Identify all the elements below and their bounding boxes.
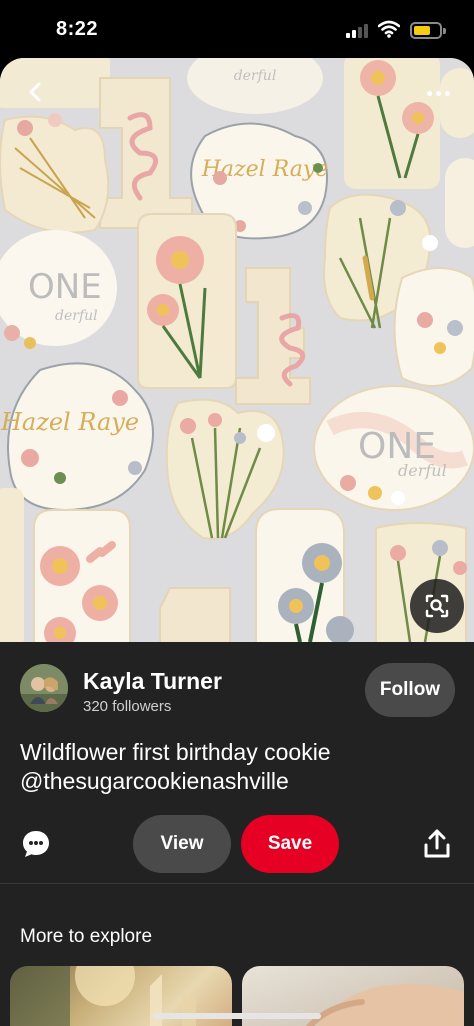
- creator-name[interactable]: Kayla Turner: [83, 668, 222, 695]
- cellular-signal-icon: [346, 24, 370, 38]
- avatar[interactable]: [20, 664, 68, 712]
- share-icon[interactable]: [422, 828, 452, 860]
- cookie-text-derful-2: derful: [398, 461, 447, 480]
- save-button[interactable]: Save: [241, 815, 339, 873]
- wifi-icon: [378, 20, 400, 38]
- home-indicator[interactable]: [153, 1013, 321, 1019]
- battery-icon: [410, 22, 446, 39]
- svg-text:derful: derful: [234, 68, 277, 84]
- status-bar: 8:22: [0, 0, 474, 58]
- more-to-explore-section: More to explore: [0, 884, 474, 1026]
- comment-icon[interactable]: [20, 828, 52, 860]
- view-button[interactable]: View: [133, 815, 231, 873]
- creator-followers: 320 followers: [83, 698, 172, 715]
- pin-details-panel: Kayla Turner 320 followers Follow Wildfl…: [0, 642, 474, 1026]
- follow-button[interactable]: Follow: [365, 663, 455, 717]
- chevron-left-icon: [29, 82, 41, 102]
- pin-title: Wildflower first birthday cookie @thesug…: [20, 739, 331, 794]
- visual-search-icon: [425, 594, 449, 618]
- cookie-text-one: ONE: [28, 267, 102, 307]
- cookie-photo: derful Hazel Raye ONE derful Hazel Raye …: [0, 58, 474, 642]
- visual-search-button[interactable]: [410, 579, 464, 633]
- more-horizontal-icon: [426, 90, 432, 96]
- status-time: 8:22: [56, 18, 99, 40]
- pin-image[interactable]: derful Hazel Raye ONE derful Hazel Raye …: [0, 58, 474, 642]
- back-button[interactable]: [18, 74, 54, 110]
- more-options-button[interactable]: [420, 80, 456, 106]
- cookie-text-derful: derful: [55, 308, 98, 324]
- explore-title: More to explore: [20, 926, 153, 947]
- cookie-text-hazel-raye-2: Hazel Raye: [0, 408, 139, 436]
